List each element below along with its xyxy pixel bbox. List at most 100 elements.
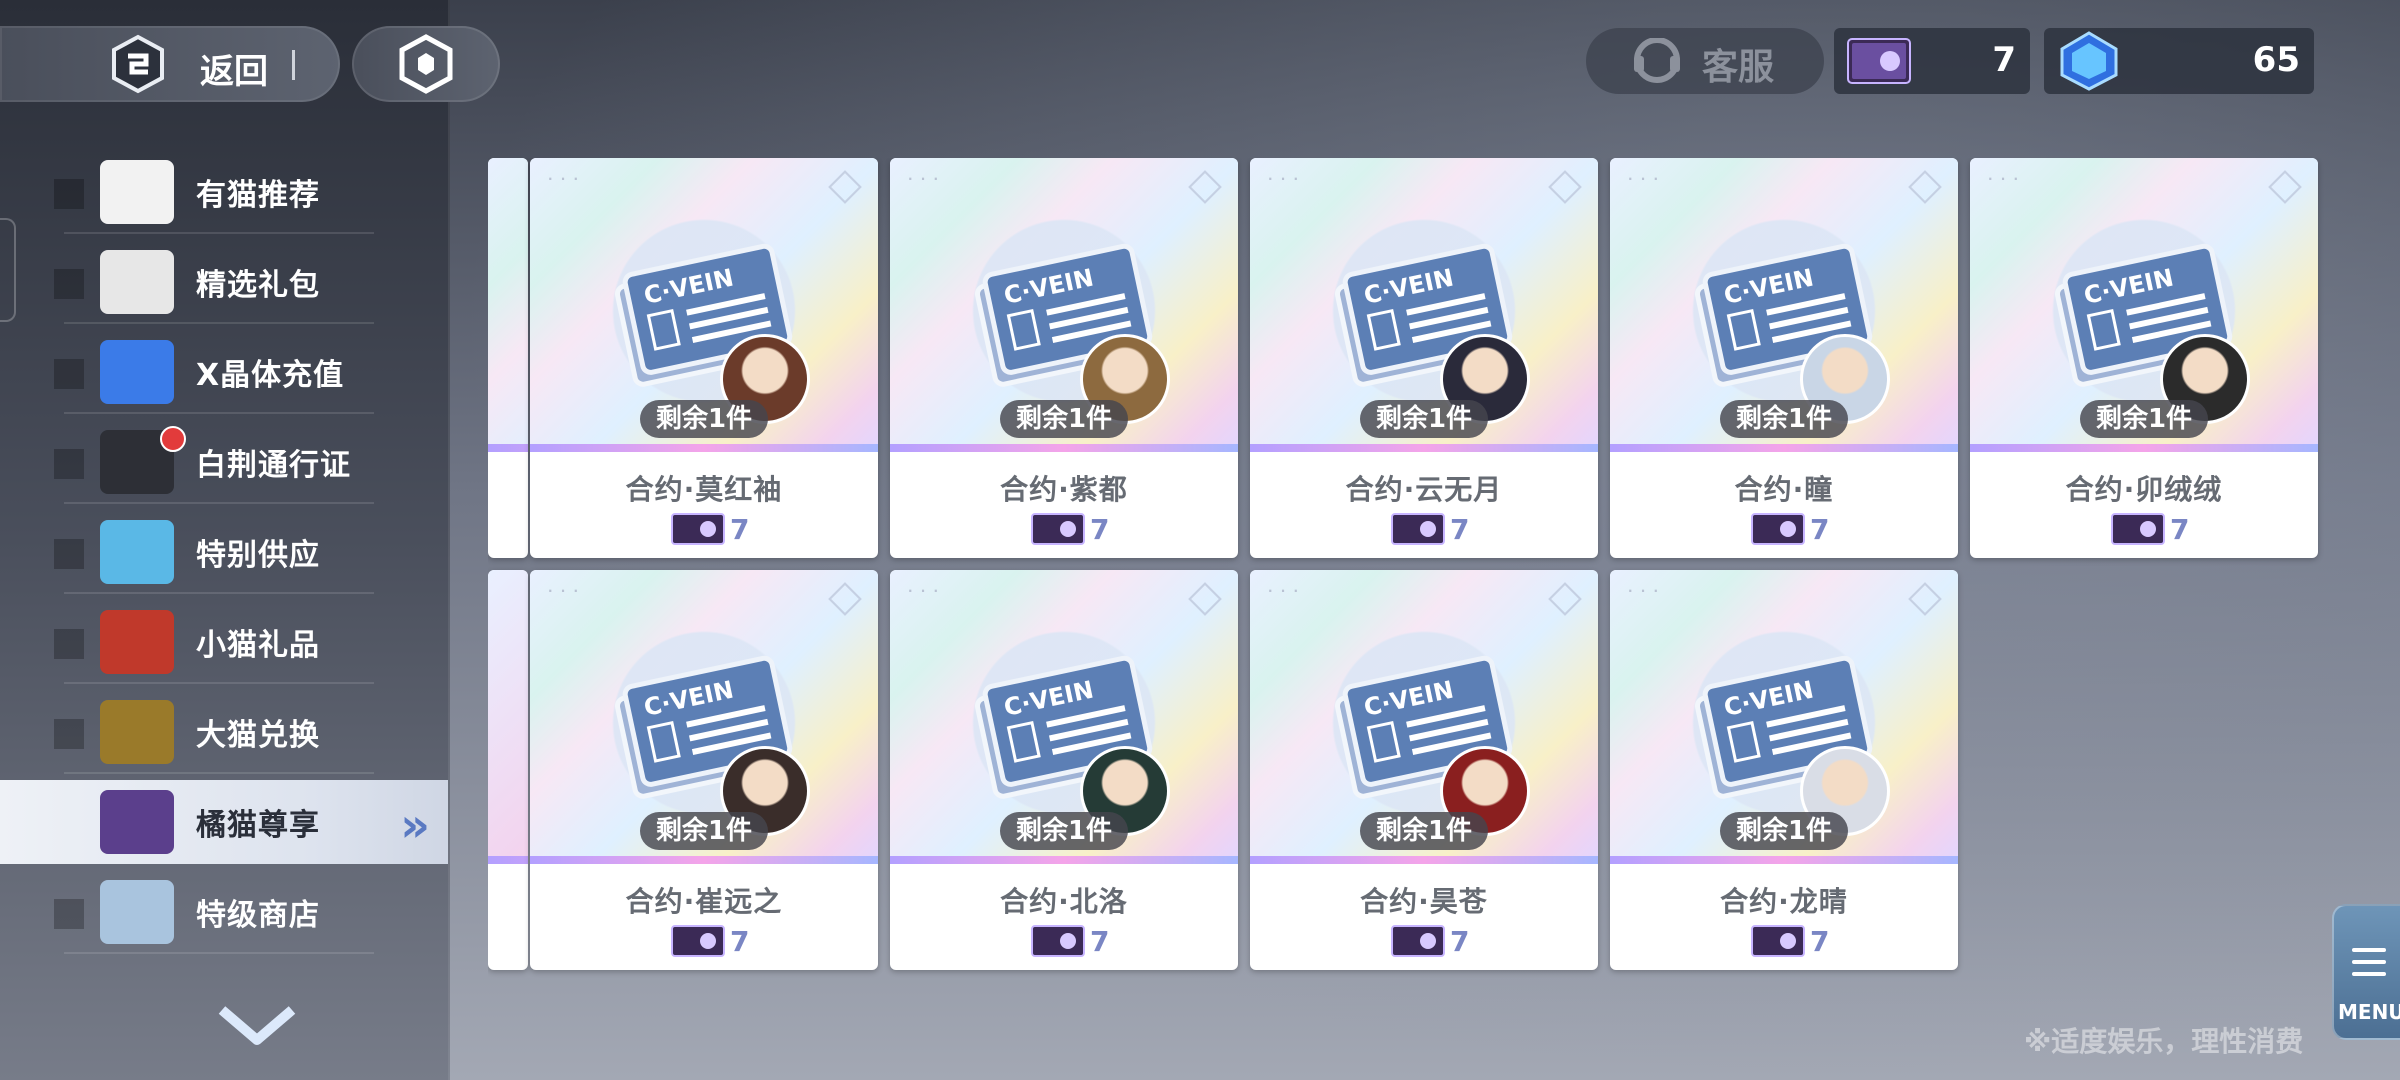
shop-card[interactable]: · · · C·VEIN 剩余1件 合约·卯绒绒 7 xyxy=(1970,158,2318,558)
brand-watermark: · · · xyxy=(1268,172,1301,186)
price-value: 7 xyxy=(1090,924,1110,958)
card-art: · · · C·VEIN 剩余1件 xyxy=(890,570,1238,864)
currency-value: 65 xyxy=(2252,40,2300,80)
menu-button[interactable]: MENU xyxy=(2332,904,2400,1040)
price-value: 7 xyxy=(1090,512,1110,546)
divider xyxy=(64,322,374,324)
divider xyxy=(64,682,374,684)
shop-item-grid: · · · C·VEIN 剩余1件 合约·莫红袖 7 · · · C·VEIN 剩余1件 合约·… xyxy=(488,158,2328,978)
cube-icon xyxy=(1188,170,1222,204)
divider xyxy=(292,50,295,80)
remaining-stock-label: 剩余1件 xyxy=(1360,400,1488,438)
sidebar-item-label: 特级商店 xyxy=(196,898,320,933)
sidebar-item-marker xyxy=(54,539,84,569)
sidebar-item-marker xyxy=(54,899,84,929)
card-art: · · · C·VEIN 剩余1件 xyxy=(1250,570,1598,864)
card-art: · · · C·VEIN 剩余1件 xyxy=(1970,158,2318,452)
divider xyxy=(64,592,374,594)
sidebar-item-marker xyxy=(54,359,84,389)
item-price: 7 xyxy=(2110,512,2189,546)
item-price: 7 xyxy=(1750,924,1829,958)
sidebar-item[interactable]: 大猫兑换 xyxy=(0,690,448,774)
brand-watermark: · · · xyxy=(1268,584,1301,598)
orange-cat-card-icon xyxy=(1391,513,1445,545)
orange-cat-card-icon xyxy=(671,513,725,545)
shop-card[interactable]: · · · C·VEIN 剩余1件 合约·崔远之 7 xyxy=(530,570,878,970)
sidebar-item[interactable]: 特别供应 xyxy=(0,510,448,594)
sidebar-item-label: 精选礼包 xyxy=(196,268,320,303)
shop-card[interactable]: · · · C·VEIN 剩余1件 合约·瞳 7 xyxy=(1610,158,1958,558)
back-button[interactable]: 返回 xyxy=(0,26,340,102)
brand-watermark: · · · xyxy=(548,584,581,598)
sidebar-item-marker xyxy=(54,269,84,299)
moderation-notice: ※适度娱乐，理性消费 xyxy=(2024,1025,2304,1058)
remaining-stock-label: 剩余1件 xyxy=(1000,400,1128,438)
sidebar-item[interactable]: X晶体充值 xyxy=(0,330,448,414)
price-value: 7 xyxy=(1810,512,1830,546)
sidebar-item[interactable]: 精选礼包 xyxy=(0,240,448,324)
menu-label: MENU xyxy=(2338,1000,2400,1024)
divider xyxy=(64,412,374,414)
remaining-stock-label: 剩余1件 xyxy=(1720,812,1848,850)
card-art xyxy=(488,570,528,864)
brand-watermark: · · · xyxy=(1988,172,2021,186)
price-value: 7 xyxy=(2170,512,2190,546)
orange-cat-card-icon xyxy=(1391,925,1445,957)
cube-icon xyxy=(828,582,862,616)
sidebar-item[interactable]: 有猫推荐 xyxy=(0,150,448,234)
card-art: · · · C·VEIN 剩余1件 xyxy=(1250,158,1598,452)
headset-icon xyxy=(1634,38,1680,83)
remaining-stock-label: 剩余1件 xyxy=(1720,400,1848,438)
shop-card[interactable]: · · · C·VEIN 剩余1件合约·北洛 7 xyxy=(890,570,1238,970)
home-button[interactable] xyxy=(352,26,500,102)
sidebar-item[interactable]: 橘猫尊享 » xyxy=(0,780,448,864)
sidebar-item[interactable]: 白荆通行证 xyxy=(0,420,448,504)
gold-card-icon xyxy=(100,700,174,764)
sidebar-item[interactable]: 小猫礼品 xyxy=(0,600,448,684)
gift-card-icon xyxy=(100,610,174,674)
cube-icon xyxy=(828,170,862,204)
shop-card[interactable]: · · · C·VEIN 剩余1件 合约·昊苍 7 xyxy=(1250,570,1598,970)
brand-watermark: · · · xyxy=(908,584,941,598)
shop-card[interactable]: · · · C·VEIN 剩余1件 合约·龙晴 7 xyxy=(1610,570,1958,970)
card-art xyxy=(488,158,528,452)
cube-icon xyxy=(1908,582,1942,616)
scroll-down-chevron-icon[interactable] xyxy=(216,1004,298,1048)
item-price: 7 xyxy=(1750,512,1829,546)
shop-card-partial[interactable] xyxy=(488,570,528,970)
shop-card[interactable]: · · · C·VEIN 剩余1件 合约·莫红袖 7 xyxy=(530,158,878,558)
orange-cat-card-icon xyxy=(671,925,725,957)
orange-cat-card-icon xyxy=(1031,513,1085,545)
orange-cat-card-icon xyxy=(1031,925,1085,957)
item-name: 合约·北洛 xyxy=(1000,885,1128,918)
card-art: · · · C·VEIN 剩余1件 xyxy=(1610,158,1958,452)
currency-orange-cat-card[interactable]: 7 xyxy=(1834,28,2030,94)
price-value: 7 xyxy=(730,512,750,546)
sidebar-item-label: 大猫兑换 xyxy=(196,718,320,753)
home-logo-icon xyxy=(399,34,453,94)
customer-service-button[interactable]: 客服 xyxy=(1586,28,1824,94)
brand-watermark: · · · xyxy=(908,172,941,186)
price-value: 7 xyxy=(1810,924,1830,958)
sidebar-item-label: 特别供应 xyxy=(196,538,320,573)
shop-card-partial[interactable] xyxy=(488,158,528,558)
cube-icon xyxy=(1548,582,1582,616)
sidebar-item-marker xyxy=(54,179,84,209)
card-art: · · · C·VEIN 剩余1件 xyxy=(530,570,878,864)
item-price: 7 xyxy=(1390,924,1469,958)
orange-cat-card-icon xyxy=(100,790,174,854)
item-price: 7 xyxy=(670,512,749,546)
currency-x-crystal[interactable]: 65 xyxy=(2044,28,2314,94)
remaining-stock-label: 剩余1件 xyxy=(640,400,768,438)
sidebar-item[interactable]: 特级商店 xyxy=(0,870,448,954)
shop-card[interactable]: · · · C·VEIN 剩余1件 合约·云无月 7 xyxy=(1250,158,1598,558)
divider xyxy=(64,952,374,954)
sidebar-item-marker xyxy=(54,449,84,479)
remaining-stock-label: 剩余1件 xyxy=(2080,400,2208,438)
brand-watermark: · · · xyxy=(1628,172,1661,186)
divider xyxy=(64,232,374,234)
shop-card[interactable]: · · · C·VEIN 剩余1件 合约·紫都 7 xyxy=(890,158,1238,558)
cube-icon xyxy=(1548,170,1582,204)
card-art: · · · C·VEIN 剩余1件 xyxy=(1610,570,1958,864)
sidebar-item-label: 有猫推荐 xyxy=(196,178,320,213)
